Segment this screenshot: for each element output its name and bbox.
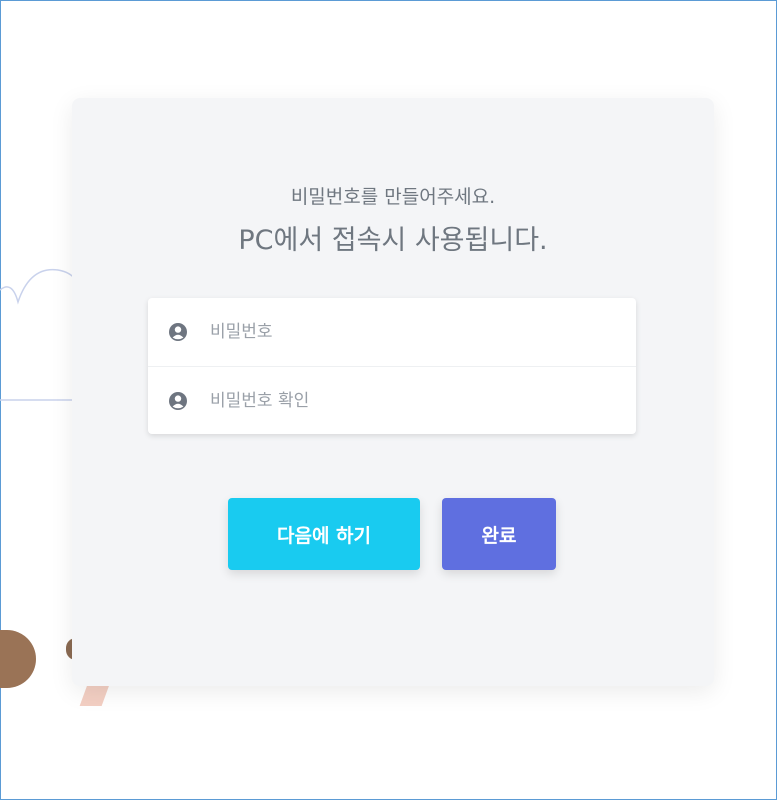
user-icon <box>169 391 187 410</box>
done-button[interactable]: 완료 <box>442 498 556 570</box>
user-icon <box>169 323 187 341</box>
password-field <box>148 298 636 366</box>
cloud-illustration <box>0 268 77 401</box>
password-dialog: 비밀번호를 만들어주세요. PC에서 접속시 사용됩니다. 다음에 하기 완료 <box>72 98 714 686</box>
password-input-group <box>148 298 636 434</box>
password-confirm-input[interactable] <box>208 389 592 412</box>
password-input[interactable] <box>208 321 592 343</box>
later-button[interactable]: 다음에 하기 <box>228 498 420 570</box>
dialog-title: 비밀번호를 만들어주세요. <box>290 186 496 208</box>
dialog-subtitle: PC에서 접속시 사용됩니다. <box>238 225 548 256</box>
password-confirm-field <box>148 366 636 434</box>
